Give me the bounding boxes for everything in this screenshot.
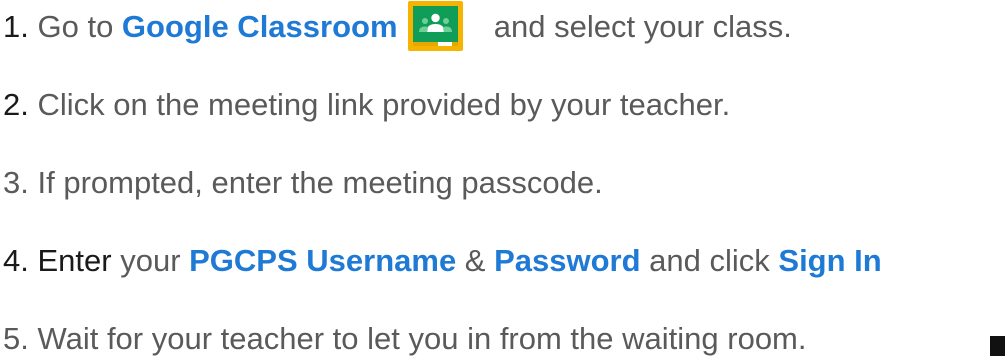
step-text-and-click: and click [640, 243, 779, 278]
step-4: 4. Enter your PGCPS Username & Password … [3, 241, 882, 281]
google-classroom-icon [408, 1, 464, 51]
step-text: and select your class. [493, 9, 792, 45]
pgcps-username-label: PGCPS Username [189, 243, 457, 278]
step-text-enter: Enter [37, 243, 112, 278]
step-number: 1. [3, 9, 29, 45]
step-text: Go to [37, 9, 122, 45]
step-number: 3. [3, 165, 29, 200]
step-number: 2. [3, 87, 29, 122]
step-number: 5. [3, 321, 29, 356]
step-text: If prompted, enter the meeting passcode. [37, 165, 603, 200]
google-classroom-link[interactable]: Google Classroom [122, 9, 398, 44]
step-number: 4. [3, 243, 29, 278]
step-1: 1. Go to Google Classroom and select you… [3, 1, 792, 51]
step-text-your: your [111, 243, 190, 278]
step-text: Wait for your teacher to let you in from… [37, 321, 807, 356]
cropped-dark-element [990, 336, 1005, 356]
step-3: 3. If prompted, enter the meeting passco… [3, 163, 603, 203]
sign-in-label: Sign In [778, 243, 882, 278]
step-text-amp: & [456, 243, 495, 278]
step-text: Click on the meeting link provided by yo… [37, 87, 731, 122]
step-2: 2. Click on the meeting link provided by… [3, 85, 730, 125]
password-label: Password [494, 243, 641, 278]
step-5: 5. Wait for your teacher to let you in f… [3, 319, 807, 359]
